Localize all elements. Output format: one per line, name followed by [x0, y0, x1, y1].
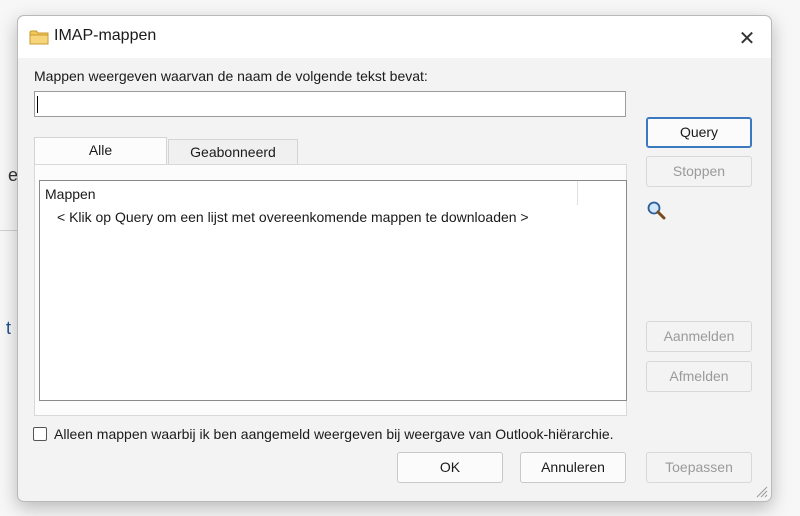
cancel-button[interactable]: Annuleren — [520, 452, 626, 483]
tab-all[interactable]: Alle — [34, 137, 167, 165]
text-caret — [37, 96, 38, 113]
list-column-header[interactable]: Mappen — [40, 181, 578, 205]
magnifier-icon — [647, 201, 666, 220]
folder-list[interactable]: Mappen < Klik op Query om een lijst met … — [39, 180, 627, 401]
column-header-label: Mappen — [45, 186, 96, 202]
imap-folders-dialog: IMAP-mappen ✕ Mappen weergeven waarvan d… — [17, 15, 772, 502]
close-icon: ✕ — [738, 26, 756, 50]
show-subscribed-checkbox[interactable] — [33, 427, 47, 441]
close-button[interactable]: ✕ — [730, 24, 764, 52]
show-subscribed-label[interactable]: Alleen mappen waarbij ik ben aangemeld w… — [54, 426, 614, 442]
resize-grip-icon[interactable] — [754, 484, 768, 498]
folder-name-input[interactable] — [34, 91, 626, 117]
tab-panel: Mappen < Klik op Query om een lijst met … — [34, 164, 627, 416]
background-link-fragment: t — [6, 318, 12, 338]
stop-button[interactable]: Stoppen — [646, 156, 752, 187]
ok-button[interactable]: OK — [397, 452, 503, 483]
list-empty-message: < Klik op Query om een lijst met overeen… — [57, 209, 529, 225]
query-button[interactable]: Query — [646, 117, 752, 148]
title-bar: IMAP-mappen ✕ — [18, 16, 771, 58]
folder-icon — [29, 30, 49, 45]
apply-button[interactable]: Toepassen — [646, 452, 752, 483]
dialog-title: IMAP-mappen — [54, 27, 157, 44]
subscribe-button[interactable]: Aanmelden — [646, 321, 752, 352]
search-label: Mappen weergeven waarvan de naam de volg… — [34, 68, 428, 84]
unsubscribe-button[interactable]: Afmelden — [646, 361, 752, 392]
tab-subscribed[interactable]: Geabonneerd — [168, 139, 298, 165]
